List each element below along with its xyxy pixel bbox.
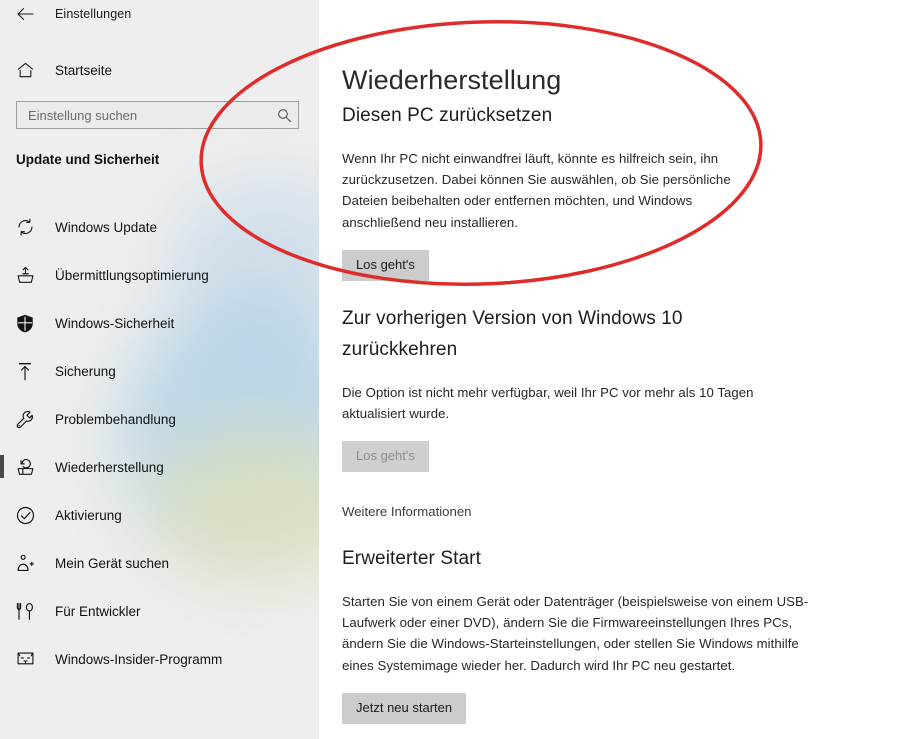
section-title: Erweiterter Start: [342, 548, 481, 569]
sidebar-item-label: Windows-Insider-Programm: [55, 651, 223, 667]
section-title: Diesen PC zurücksetzen: [342, 105, 553, 126]
sidebar-item-label: Sicherung: [55, 363, 116, 379]
tools-icon: [8, 602, 42, 621]
sidebar-item-home[interactable]: Startseite: [0, 55, 300, 85]
page-title: Wiederherstellung: [342, 65, 562, 96]
sidebar-item-label: Problembehandlung: [55, 411, 176, 427]
section-reset-this-pc: Diesen PC zurücksetzen Wenn Ihr PC nicht…: [342, 100, 762, 281]
sidebar-item-windows-security[interactable]: Windows-Sicherheit: [0, 299, 319, 347]
title-bar: Einstellungen: [0, 0, 319, 28]
sidebar-item-label: Windows-Sicherheit: [55, 315, 175, 331]
section-description: Starten Sie von einem Gerät oder Datentr…: [342, 594, 809, 673]
rollback-get-started-button[interactable]: Los geht's: [342, 441, 429, 473]
sidebar-item-activation[interactable]: Aktivierung: [0, 491, 319, 539]
section-go-back-previous-version: Zur vorherigen Version von Windows 10 zu…: [342, 303, 792, 521]
restart-now-button[interactable]: Jetzt neu starten: [342, 692, 467, 724]
sidebar-item-for-developers[interactable]: Für Entwickler: [0, 587, 319, 635]
sidebar-item-delivery-optimization[interactable]: Übermittlungsoptimierung: [0, 251, 319, 299]
app-title: Einstellungen: [55, 7, 132, 21]
sync-icon: [8, 218, 42, 236]
sidebar-item-windows-insider[interactable]: Windows-Insider-Programm: [0, 635, 319, 683]
sidebar-item-label: Wiederherstellung: [55, 459, 164, 475]
reset-get-started-button[interactable]: Los geht's: [342, 249, 429, 281]
section-advanced-startup: Erweiterter Start Starten Sie von einem …: [342, 543, 812, 724]
search-box[interactable]: [16, 101, 299, 129]
sidebar-item-troubleshoot[interactable]: Problembehandlung: [0, 395, 319, 443]
wrench-icon: [8, 410, 42, 429]
sidebar-item-label: Übermittlungsoptimierung: [55, 267, 209, 283]
section-description: Wenn Ihr PC nicht einwandfrei läuft, kön…: [342, 151, 731, 230]
find-device-icon: [8, 554, 42, 573]
sidebar-nav-list: Windows Update Übermittlungsoptimierung: [0, 203, 319, 683]
sidebar-item-backup[interactable]: Sicherung: [0, 347, 319, 395]
sidebar-item-windows-update[interactable]: Windows Update: [0, 203, 319, 251]
search-input[interactable]: [17, 102, 270, 128]
selection-indicator: [0, 455, 4, 478]
shield-icon: [8, 314, 42, 333]
sidebar-item-label: Windows Update: [55, 219, 158, 235]
restore-icon: [8, 458, 42, 476]
more-information-link[interactable]: Weitere Informationen: [342, 504, 472, 519]
sidebar-item-label: Mein Gerät suchen: [55, 555, 170, 571]
sidebar-item-label: Für Entwickler: [55, 603, 141, 619]
home-icon: [8, 62, 42, 78]
main-content: Wiederherstellung Diesen PC zurücksetzen…: [319, 0, 900, 739]
upload-arrow-icon: [8, 362, 42, 381]
insider-cat-icon: [8, 650, 42, 668]
settings-window: Einstellungen Startseite Update und Sich…: [0, 0, 900, 739]
check-circle-icon: [8, 506, 42, 525]
section-description: Die Option ist nicht mehr verfügbar, wei…: [342, 385, 754, 422]
sidebar-item-label: Aktivierung: [55, 507, 122, 523]
sidebar-item-find-my-device[interactable]: Mein Gerät suchen: [0, 539, 319, 587]
home-label: Startseite: [55, 62, 113, 78]
sidebar-item-recovery[interactable]: Wiederherstellung: [0, 443, 319, 491]
navigation-sidebar: Einstellungen Startseite Update und Sich…: [0, 0, 319, 739]
back-arrow-icon[interactable]: [8, 0, 42, 28]
section-title: Zur vorherigen Version von Windows 10 zu…: [342, 308, 683, 360]
upload-tray-icon: [8, 266, 42, 284]
sidebar-category-heading: Update und Sicherheit: [16, 152, 160, 167]
search-icon[interactable]: [270, 108, 298, 123]
